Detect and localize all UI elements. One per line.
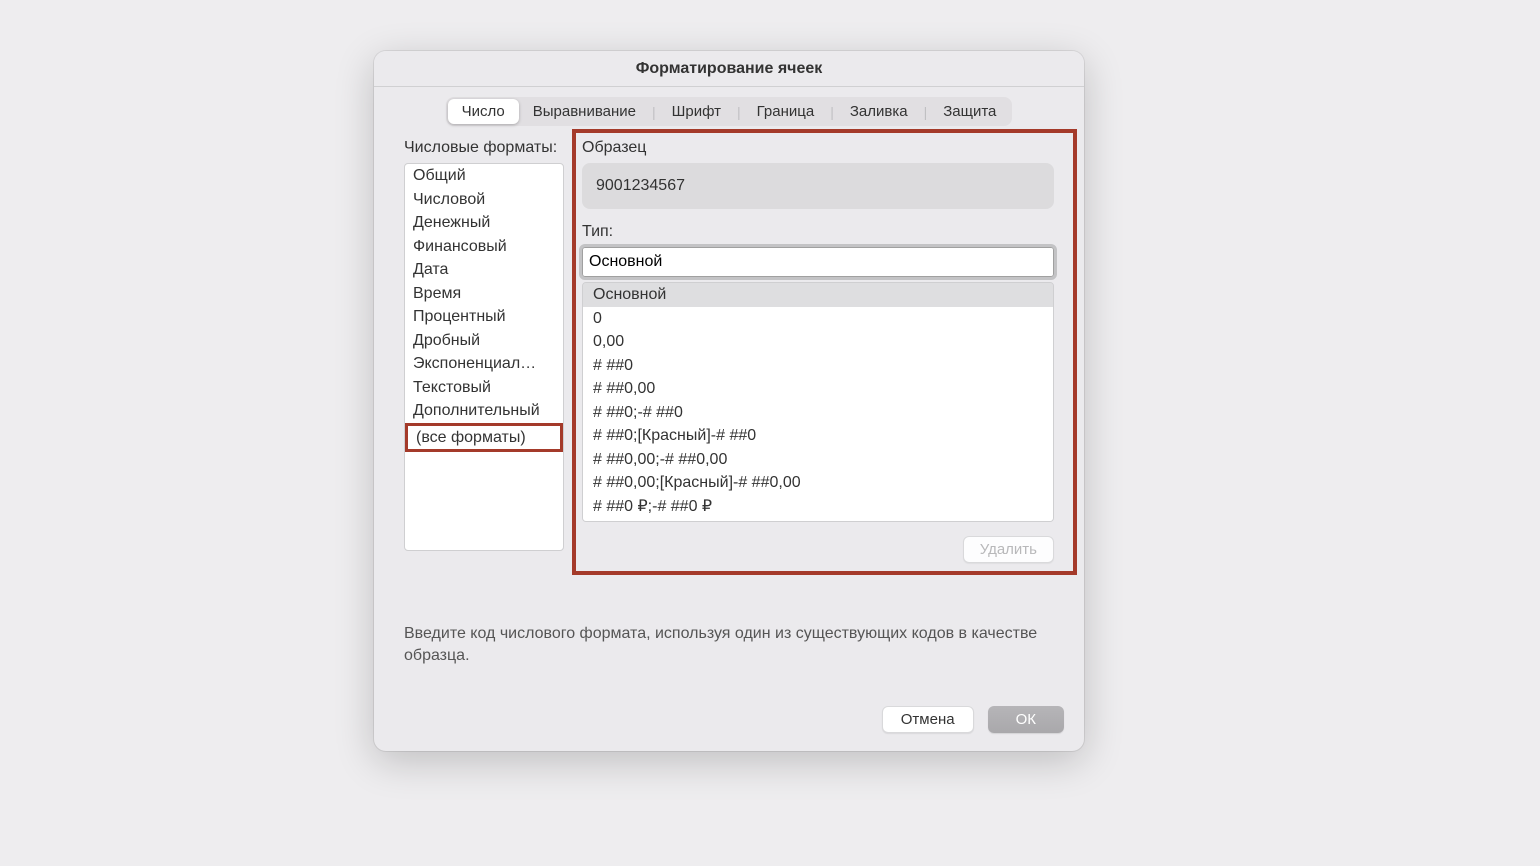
sample-type-column: Образец 9001234567 Тип: Основной 0 0,00 … (582, 139, 1054, 563)
tab-bar: Число Выравнивание | Шрифт | Граница | З… (374, 87, 1084, 134)
delete-button[interactable]: Удалить (963, 536, 1054, 563)
category-item-fraction[interactable]: Дробный (405, 329, 563, 353)
category-item-accounting[interactable]: Финансовый (405, 235, 563, 259)
category-item-time[interactable]: Время (405, 282, 563, 306)
tab-group: Число Выравнивание | Шрифт | Граница | З… (446, 97, 1013, 126)
category-column: Числовые форматы: Общий Числовой Денежны… (404, 139, 564, 563)
content-area: Числовые форматы: Общий Числовой Денежны… (374, 134, 1084, 690)
type-item[interactable]: # ##0,00;[Красный]-# ##0,00 (583, 471, 1053, 495)
tab-fill[interactable]: Заливка (836, 99, 922, 124)
category-item-number[interactable]: Числовой (405, 188, 563, 212)
cancel-button[interactable]: Отмена (882, 706, 974, 733)
category-item-percentage[interactable]: Процентный (405, 305, 563, 329)
type-item[interactable]: Основной (583, 283, 1053, 307)
type-item[interactable]: 0,00 (583, 330, 1053, 354)
type-item[interactable]: # ##0;[Красный]-# ##0 (583, 424, 1053, 448)
category-item-scientific[interactable]: Экспоненциал… (405, 352, 563, 376)
category-item-special[interactable]: Дополнительный (405, 399, 563, 423)
hint-text: Введите код числового формата, используя… (404, 623, 1054, 667)
tab-separator: | (735, 104, 743, 120)
tab-alignment[interactable]: Выравнивание (519, 99, 650, 124)
type-item[interactable]: # ##0 (583, 354, 1053, 378)
tab-border[interactable]: Граница (743, 99, 829, 124)
ok-button[interactable]: ОК (988, 706, 1064, 733)
tab-separator: | (922, 104, 930, 120)
delete-row: Удалить (582, 536, 1054, 563)
category-list[interactable]: Общий Числовой Денежный Финансовый Дата … (404, 163, 564, 551)
type-item[interactable]: # ##0 ₽;[Красный]-# ##0 ₽ (583, 518, 1053, 522)
dialog-footer: Отмена ОК (374, 690, 1084, 751)
tab-separator: | (828, 104, 836, 120)
main-row: Числовые форматы: Общий Числовой Денежны… (404, 139, 1054, 563)
category-item-text[interactable]: Текстовый (405, 376, 563, 400)
sample-box: 9001234567 (582, 163, 1054, 209)
category-item-general[interactable]: Общий (405, 164, 563, 188)
type-item[interactable]: # ##0 ₽;-# ##0 ₽ (583, 495, 1053, 519)
type-input[interactable] (582, 247, 1054, 277)
type-item[interactable]: # ##0,00 (583, 377, 1053, 401)
category-label: Числовые форматы: (404, 139, 564, 157)
category-item-date[interactable]: Дата (405, 258, 563, 282)
type-list[interactable]: Основной 0 0,00 # ##0 # ##0,00 # ##0;-# … (582, 282, 1054, 522)
tab-separator: | (650, 104, 658, 120)
sample-label: Образец (582, 139, 1054, 157)
tab-font[interactable]: Шрифт (658, 99, 735, 124)
category-item-custom[interactable]: (все форматы) (405, 423, 563, 453)
dialog-title: Форматирование ячеек (374, 51, 1084, 87)
type-item[interactable]: 0 (583, 307, 1053, 331)
format-cells-dialog: Форматирование ячеек Число Выравнивание … (374, 51, 1084, 751)
tab-number[interactable]: Число (448, 99, 519, 124)
type-item[interactable]: # ##0;-# ##0 (583, 401, 1053, 425)
category-item-currency[interactable]: Денежный (405, 211, 563, 235)
type-label: Тип: (582, 223, 1054, 241)
tab-protection[interactable]: Защита (929, 99, 1010, 124)
type-item[interactable]: # ##0,00;-# ##0,00 (583, 448, 1053, 472)
